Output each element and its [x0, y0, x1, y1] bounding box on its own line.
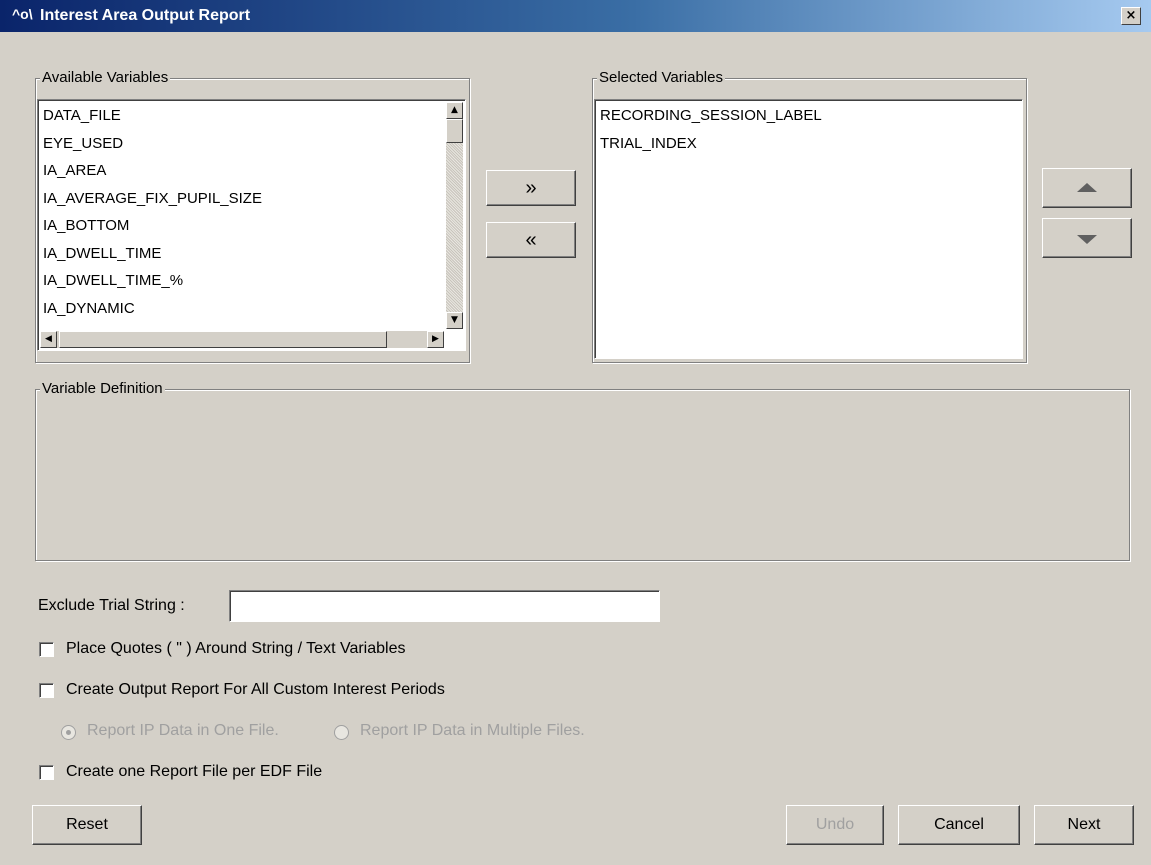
custom-interest-periods-label: Create Output Report For All Custom Inte… — [66, 681, 445, 698]
available-variable-item[interactable]: IA_AREA — [38, 157, 433, 185]
report-ip-one-file-label: Report IP Data in One File. — [87, 722, 279, 739]
available-horizontal-scrollbar[interactable]: ◀ ▶ — [40, 331, 444, 348]
report-ip-multiple-files-label: Report IP Data in Multiple Files. — [360, 722, 585, 739]
variable-definition-label: Variable Definition — [40, 380, 165, 397]
move-up-button[interactable] — [1042, 168, 1132, 208]
available-variables-list[interactable]: DATA_FILE EYE_USED IA_AREA IA_AVERAGE_FIX_P… — [37, 99, 466, 351]
available-variable-item[interactable]: IA_DYNAMIC — [38, 295, 433, 323]
available-variables-label: Available Variables — [40, 69, 171, 86]
available-variable-item[interactable]: IA_DWELL_TIME_% — [38, 267, 433, 295]
reset-button[interactable]: Reset — [32, 805, 142, 845]
available-variable-item[interactable]: DATA_FILE — [38, 102, 433, 130]
scroll-thumb[interactable] — [446, 119, 463, 143]
variable-definition-group: Variable Definition — [35, 380, 1130, 561]
scroll-right-button[interactable]: ▶ — [427, 331, 444, 348]
cancel-button[interactable]: Cancel — [898, 805, 1020, 845]
place-quotes-label: Place Quotes ( " ) Around String / Text … — [66, 640, 406, 657]
remove-variable-button[interactable]: « — [486, 222, 576, 258]
double-right-arrow-icon: » — [525, 177, 537, 199]
move-down-button[interactable] — [1042, 218, 1132, 258]
selected-variable-item[interactable]: RECORDING_SESSION_LABEL — [595, 102, 1022, 130]
available-vertical-scrollbar[interactable]: ▲ ▼ — [446, 102, 463, 329]
available-variable-item[interactable]: IA_DWELL_TIME — [38, 240, 433, 268]
report-ip-one-file-radio[interactable] — [61, 725, 76, 740]
arrow-down-icon — [1077, 235, 1097, 244]
report-per-edf-label: Create one Report File per EDF File — [66, 763, 323, 780]
undo-button[interactable]: Undo — [786, 805, 884, 845]
selected-variables-list[interactable]: RECORDING_SESSION_LABEL TRIAL_INDEX — [594, 99, 1023, 359]
add-variable-button[interactable]: » — [486, 170, 576, 206]
report-ip-multiple-files-radio[interactable] — [334, 725, 349, 740]
available-variable-item[interactable]: IA_AVERAGE_FIX_PUPIL_SIZE — [38, 185, 433, 213]
close-button[interactable]: × — [1121, 7, 1141, 25]
selected-variable-item[interactable]: TRIAL_INDEX — [595, 130, 1022, 158]
arrow-up-icon — [1077, 183, 1097, 192]
horizontal-scroll-thumb[interactable] — [59, 331, 387, 348]
exclude-trial-string-label: Exclude Trial String : — [38, 597, 185, 614]
custom-interest-periods-checkbox[interactable] — [39, 683, 54, 698]
eyelink-app-icon: ^o\ — [12, 6, 33, 22]
selected-variables-label: Selected Variables — [597, 69, 725, 86]
scroll-down-button[interactable]: ▼ — [446, 312, 463, 329]
place-quotes-checkbox[interactable] — [39, 642, 54, 657]
exclude-trial-string-input[interactable] — [229, 590, 660, 622]
title-bar: ^o\ Interest Area Output Report × — [0, 0, 1151, 32]
available-variable-item[interactable]: EYE_USED — [38, 130, 433, 158]
scroll-up-button[interactable]: ▲ — [446, 102, 463, 119]
double-left-arrow-icon: « — [525, 229, 537, 251]
report-per-edf-checkbox[interactable] — [39, 765, 54, 780]
window-title: Interest Area Output Report — [40, 7, 251, 24]
close-icon: × — [1125, 8, 1137, 23]
available-variable-item[interactable]: IA_BOTTOM — [38, 212, 433, 240]
next-button[interactable]: Next — [1034, 805, 1134, 845]
scroll-left-button[interactable]: ◀ — [40, 331, 57, 348]
